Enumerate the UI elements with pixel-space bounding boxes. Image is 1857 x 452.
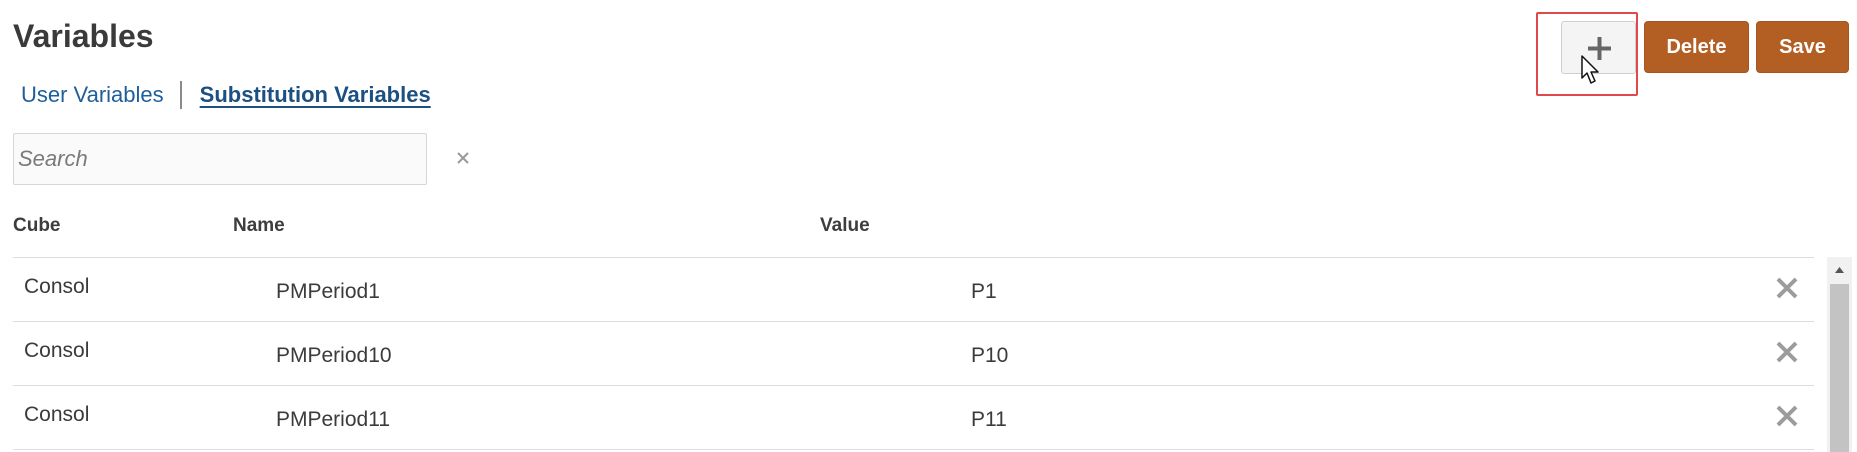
- mouse-pointer-icon: [1581, 55, 1599, 84]
- page-title: Variables: [13, 18, 154, 54]
- variables-page: Variables User Variables Substitution Va…: [0, 0, 1857, 452]
- cell-cube: Consol: [24, 339, 90, 362]
- search-input[interactable]: [13, 133, 427, 185]
- delete-row-icon[interactable]: [1774, 339, 1800, 365]
- column-header-cube[interactable]: Cube: [13, 215, 61, 237]
- cell-name[interactable]: PMPeriod10: [276, 344, 392, 368]
- table-header: Cube Name Value: [13, 212, 1813, 246]
- scroll-up-arrow-icon[interactable]: [1827, 257, 1852, 282]
- table-scrollbar[interactable]: [1827, 257, 1852, 452]
- variable-tabs: User Variables Substitution Variables: [21, 80, 431, 110]
- delete-button[interactable]: Delete: [1644, 21, 1749, 73]
- column-header-name[interactable]: Name: [233, 215, 285, 237]
- cell-cube: Consol: [24, 275, 90, 298]
- cell-name[interactable]: PMPeriod1: [276, 280, 380, 304]
- table-row[interactable]: Consol PMPeriod10 P10: [13, 321, 1814, 385]
- cell-value[interactable]: P11: [971, 408, 1007, 432]
- cell-name[interactable]: PMPeriod11: [276, 408, 390, 432]
- close-icon[interactable]: [452, 147, 474, 169]
- cell-cube: Consol: [24, 403, 90, 426]
- cell-value[interactable]: P1: [971, 280, 997, 304]
- table-row[interactable]: Consol PMPeriod1 P1: [13, 257, 1814, 321]
- tab-substitution-variables[interactable]: Substitution Variables: [200, 82, 431, 108]
- table-row[interactable]: Consol PMPeriod11 P11: [13, 385, 1814, 450]
- scrollbar-thumb[interactable]: [1830, 284, 1849, 452]
- cell-value[interactable]: P10: [971, 344, 1008, 368]
- save-button[interactable]: Save: [1756, 21, 1849, 73]
- tab-user-variables[interactable]: User Variables: [21, 82, 164, 108]
- column-header-value[interactable]: Value: [820, 215, 870, 237]
- variables-table: Consol PMPeriod1 P1 Consol PMPeriod10 P1…: [13, 257, 1814, 450]
- delete-row-icon[interactable]: [1774, 275, 1800, 301]
- delete-row-icon[interactable]: [1774, 403, 1800, 429]
- tab-divider: [179, 81, 182, 109]
